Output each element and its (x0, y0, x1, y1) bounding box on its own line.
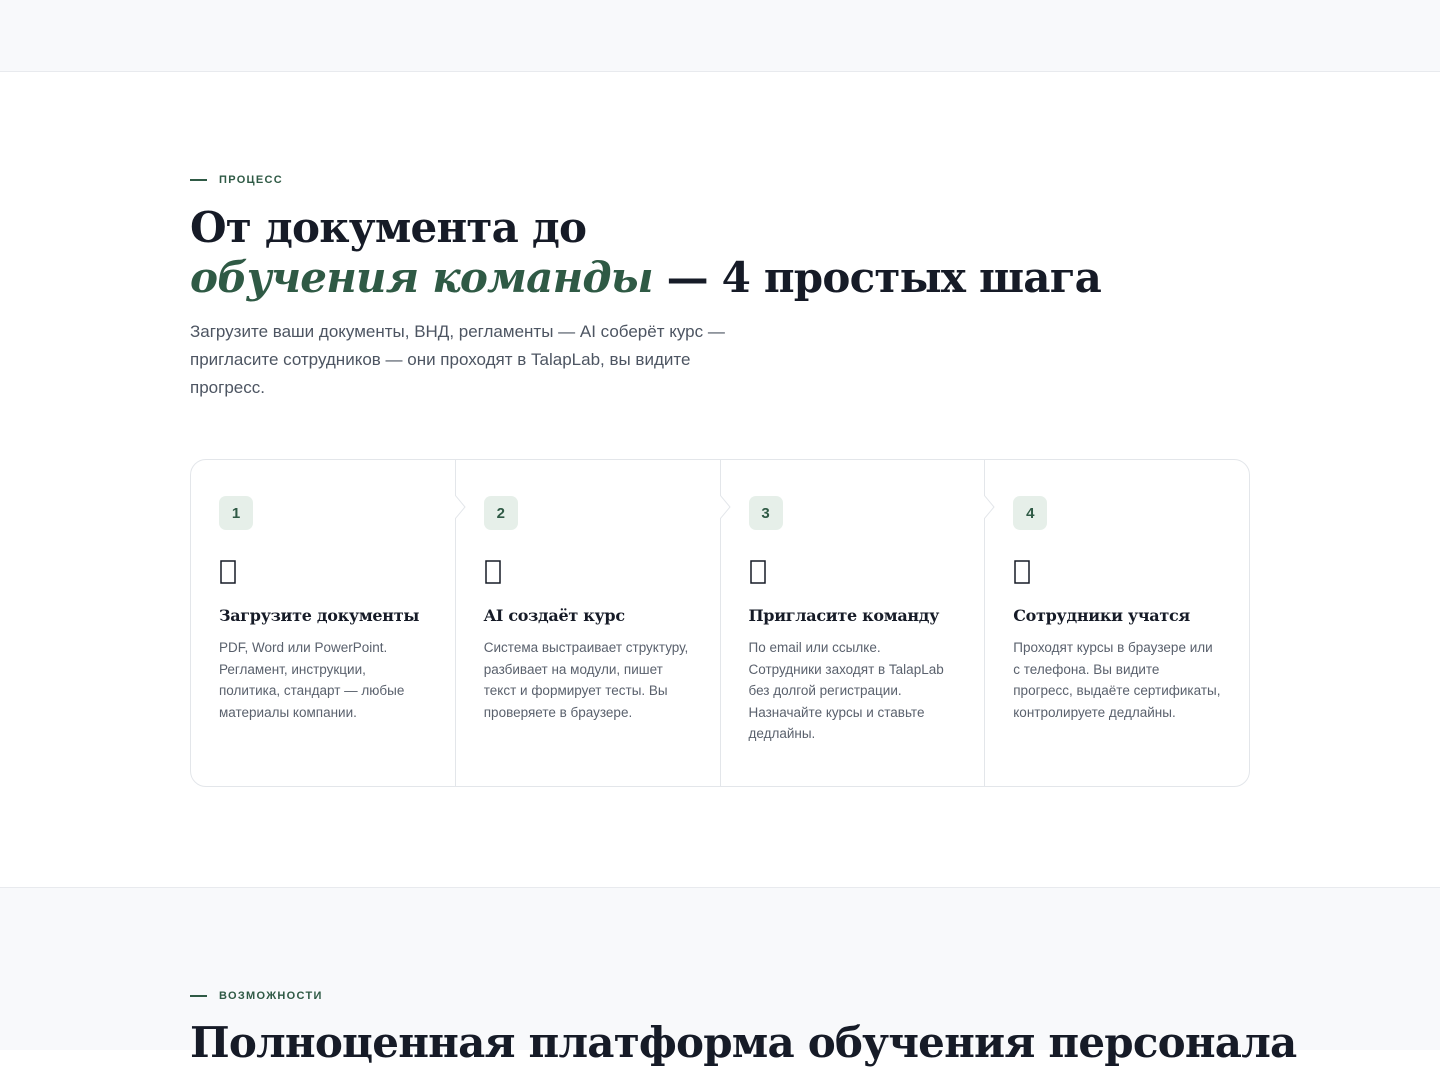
process-eyebrow-label: ПРОЦЕСС (219, 174, 284, 186)
features-eyebrow: ВОЗМОЖНОСТИ (190, 990, 1250, 1002)
title-accent: обучения команды (190, 253, 654, 302)
learning-progress-icon (1013, 560, 1031, 584)
steps-wrap: 1 Загрузите документы PDF, Word или Powe… (190, 459, 1250, 787)
step-description: Проходят курсы в браузере или с телефона… (1013, 640, 1221, 720)
process-title: От документа до обучения команды — 4 про… (190, 203, 1250, 303)
process-header: ПРОЦЕСС (190, 174, 1250, 186)
step-number-badge: 4 (1013, 496, 1048, 530)
team-invite-icon (749, 560, 767, 584)
step-title: Загрузите документы (219, 606, 420, 625)
step-card-4: 4 Сотрудники учатся Проходят курсы в бра… (984, 460, 1249, 786)
step-connector-icon (984, 495, 995, 519)
step-card-1: 1 Загрузите документы PDF, Word или Powe… (191, 460, 455, 786)
step-title: Сотрудники учатся (1013, 606, 1190, 625)
features-section: ВОЗМОЖНОСТИ Полноценная платформа обучен… (0, 887, 1440, 1067)
features-title: Полноценная платформа обучения персонала (190, 1018, 1297, 1067)
process-lead-wrap: Загрузите ваши документы, ВНД, регламент… (190, 318, 1250, 402)
step-description: PDF, Word или PowerPoint. Регламент, инс… (219, 640, 405, 720)
step-number-badge: 1 (219, 496, 253, 530)
steps-card: 1 Загрузите документы PDF, Word или Powe… (190, 459, 1250, 787)
step-connector-icon (719, 495, 731, 519)
step-number-badge: 2 (483, 496, 518, 530)
eyebrow-dash (190, 995, 207, 997)
step-connector-icon (454, 495, 466, 519)
step-title: Пригласите команду (748, 606, 940, 625)
top-band (0, 0, 1440, 72)
step-card-3: 3 Пригласите команду По email или ссылке… (719, 460, 985, 786)
process-lead: Загрузите ваши документы, ВНД, регламент… (190, 322, 725, 397)
step-description: Система выстраивает структуру, разбивает… (483, 640, 689, 720)
process-section: ПРОЦЕСС От документа до обучения команды… (0, 72, 1440, 888)
step-title: AI создаёт курс (483, 606, 625, 625)
ai-sparkle-icon (484, 560, 502, 584)
features-eyebrow-label: ВОЗМОЖНОСТИ (219, 990, 323, 1002)
process-eyebrow: ПРОЦЕСС (190, 174, 1250, 186)
eyebrow-dash (190, 179, 207, 181)
section-title: От документа до обучения команды — 4 про… (190, 203, 1250, 303)
upload-document-icon (219, 560, 237, 584)
features-header: ВОЗМОЖНОСТИ (190, 990, 1250, 1002)
step-description: По email или ссылке. Сотрудники заходят … (748, 640, 944, 741)
title-line-1: От документа до (190, 203, 587, 252)
step-number-badge: 3 (748, 496, 783, 530)
step-card-2: 2 AI создаёт курс Система выстраивает ст… (454, 460, 720, 786)
features-title-wrap: Полноценная платформа обучения персонала (190, 1018, 1297, 1068)
title-rest: — 4 простых шага (652, 253, 1102, 302)
